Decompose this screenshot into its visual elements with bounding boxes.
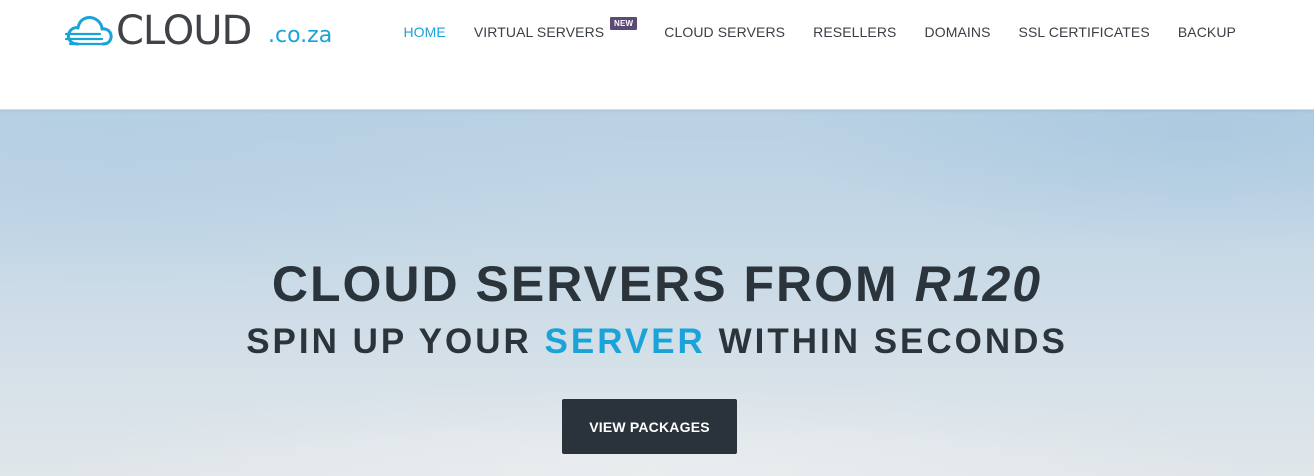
hero-subtitle-prefix: SPIN UP YOUR — [246, 322, 545, 361]
nav-item-ssl-certificates[interactable]: SSL CERTIFICATES — [1019, 24, 1150, 40]
hero-title-prefix: CLOUD SERVERS FROM — [271, 256, 915, 312]
nav-item-cloud-servers[interactable]: CLOUD SERVERS — [664, 24, 785, 40]
site-header: CLOUD .co.za HOME VIRTUAL SERVERS NEW CL… — [0, 0, 1314, 110]
hero-subtitle: SPIN UP YOUR SERVER WITHIN SECONDS — [0, 322, 1314, 362]
hero-title: CLOUD SERVERS FROM R120 — [0, 256, 1314, 312]
nav-item-domains[interactable]: DOMAINS — [925, 24, 991, 40]
nav-item-backup[interactable]: BACKUP — [1178, 24, 1236, 40]
nav-item-virtual-servers[interactable]: VIRTUAL SERVERS NEW — [473, 17, 638, 40]
hero-banner: CLOUD SERVERS FROM R120 SPIN UP YOUR SER… — [0, 110, 1314, 476]
hero-title-price: R120 — [914, 256, 1043, 312]
logo-wordmark: CLOUD — [116, 8, 252, 54]
hero-subtitle-suffix: WITHIN SECONDS — [705, 322, 1068, 361]
hero-subtitle-highlight: SERVER — [544, 322, 706, 361]
view-packages-button[interactable]: VIEW PACKAGES — [562, 399, 737, 454]
main-nav: HOME VIRTUAL SERVERS NEW CLOUD SERVERS R… — [403, 17, 1236, 40]
nav-item-home[interactable]: HOME — [403, 24, 445, 40]
new-badge: NEW — [609, 17, 638, 30]
cloud-logo-icon — [64, 16, 113, 46]
nav-item-resellers[interactable]: RESELLERS — [813, 24, 896, 40]
nav-item-label: VIRTUAL SERVERS — [473, 24, 605, 40]
logo-tld: .co.za — [268, 23, 333, 48]
